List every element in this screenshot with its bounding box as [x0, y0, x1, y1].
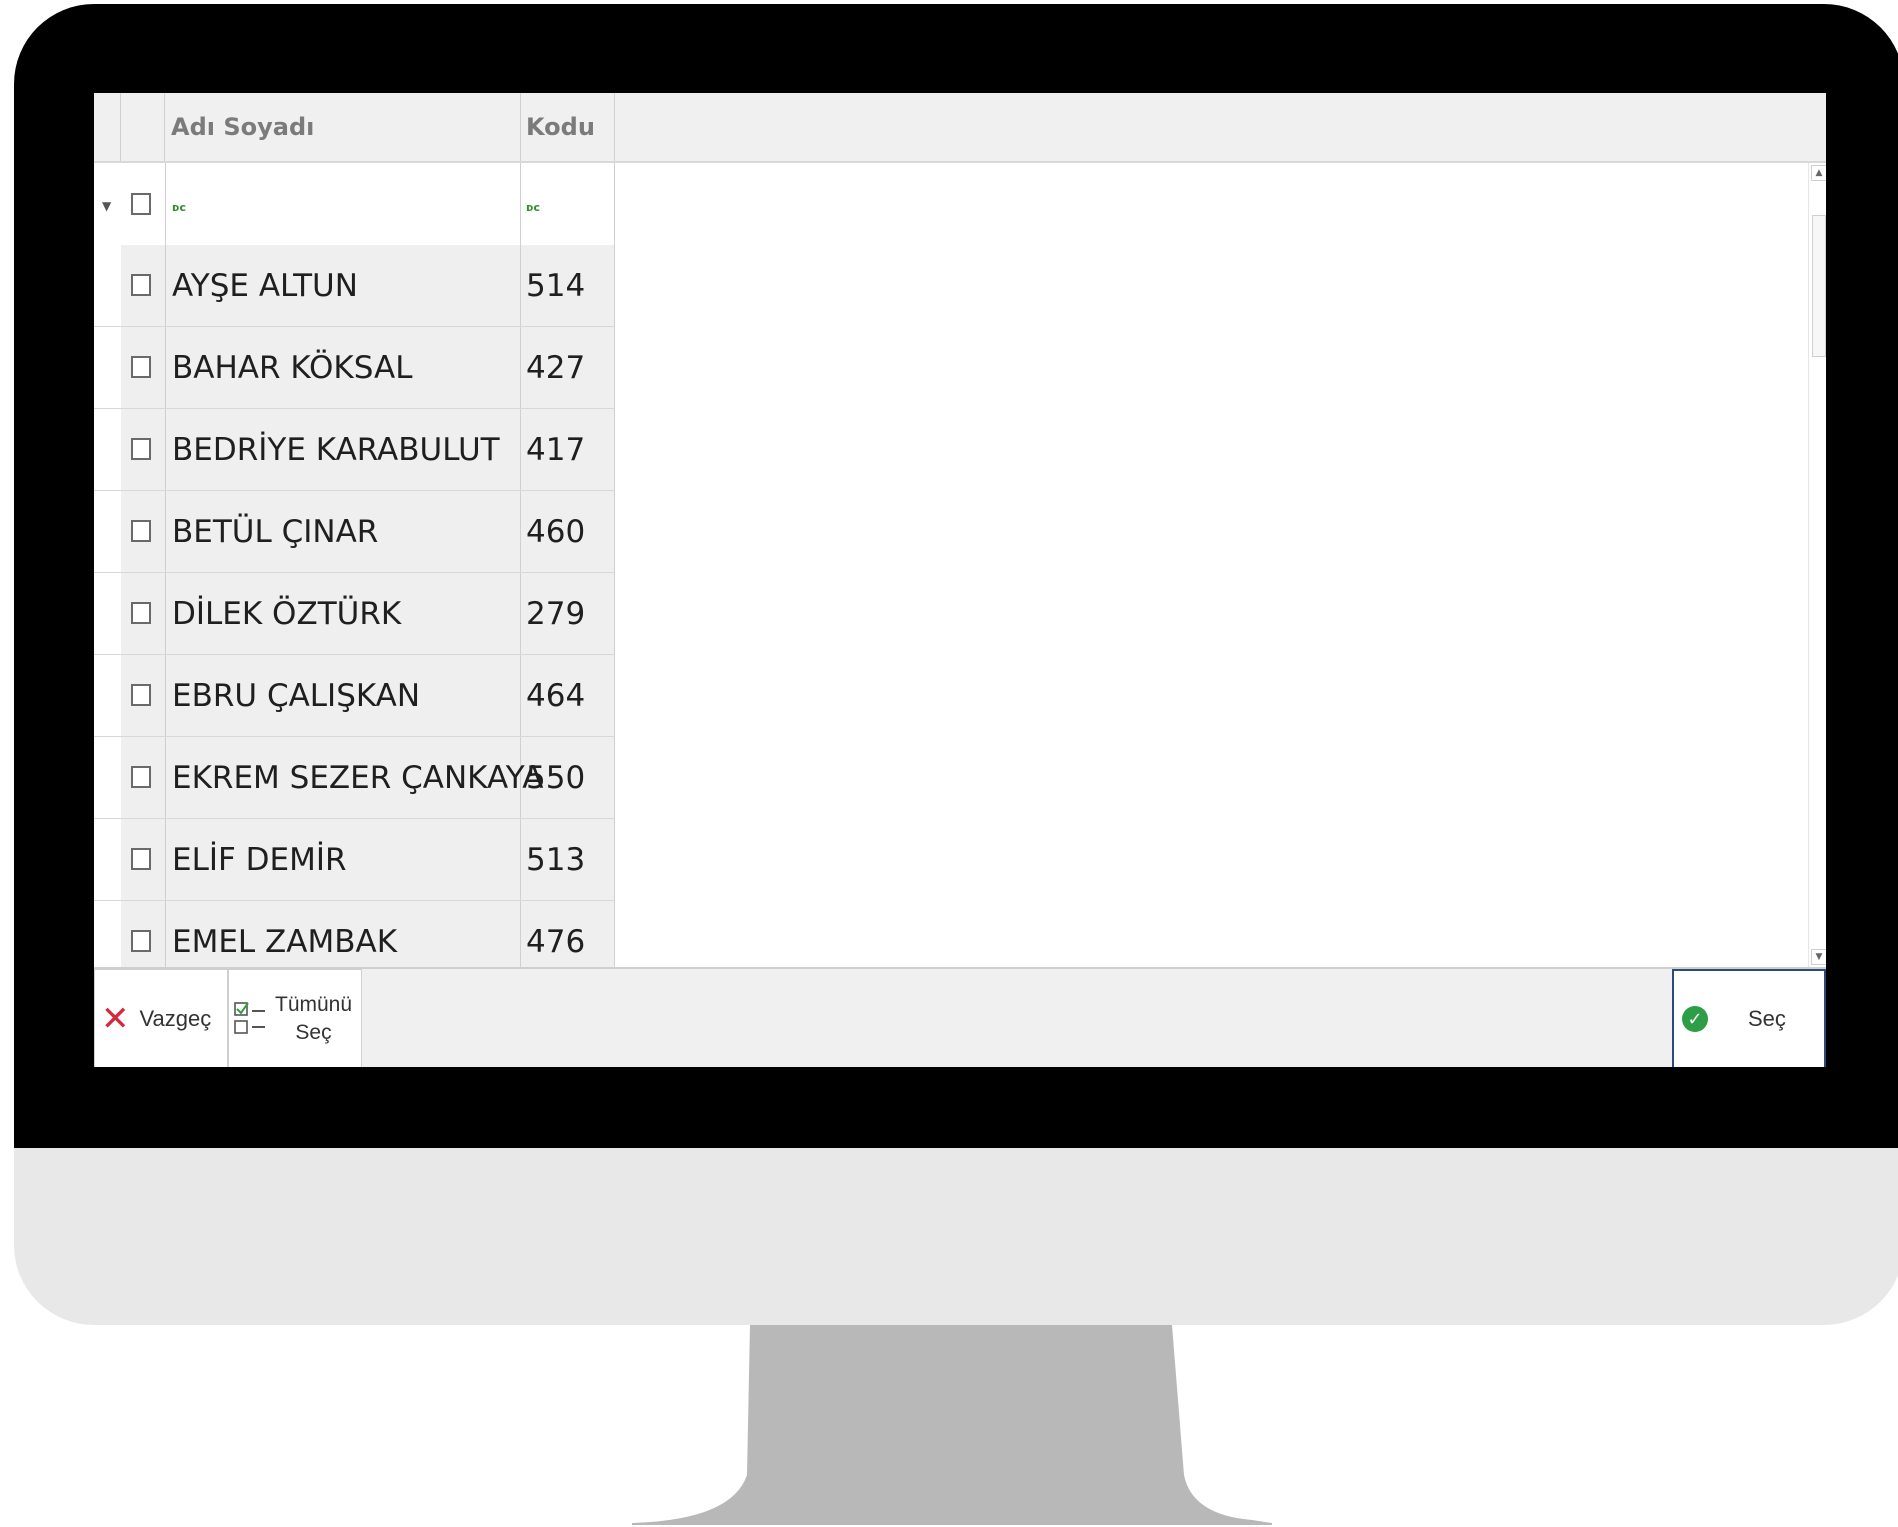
cell-code: 417 — [521, 409, 615, 490]
cell-code: 460 — [521, 491, 615, 572]
select-all-checkbox[interactable] — [131, 193, 151, 215]
name-filter-input[interactable]: ᴅᴄ — [165, 163, 521, 245]
cell-name: EBRU ÇALIŞKAN — [165, 655, 521, 736]
close-icon: ✕ — [101, 1000, 130, 1038]
select-all-button[interactable]: Tümünü Seç — [228, 969, 362, 1067]
scrollbar-thumb[interactable] — [1812, 215, 1826, 357]
select-all-label: Tümünü Seç — [275, 991, 352, 1047]
header-checkbox-cell — [121, 93, 165, 161]
grid-header: Adı Soyadı Kodu — [94, 93, 1826, 163]
cell-name: BEDRİYE KARABULUT — [165, 409, 521, 490]
column-header-name[interactable]: Adı Soyadı — [165, 93, 521, 161]
row-indicator — [94, 737, 121, 818]
cell-name: AYŞE ALTUN — [165, 245, 521, 326]
dialog-footer: ✕ Vazgeç Tümünü Seç ✓ Seç — [94, 967, 1826, 1067]
cell-code: 427 — [521, 327, 615, 408]
row-checkbox[interactable] — [131, 930, 151, 952]
cell-name: EKREM SEZER ÇANKAYA — [165, 737, 544, 818]
table-row[interactable]: AYŞE ALTUN 514 — [94, 245, 615, 327]
monitor-stand — [632, 1325, 1272, 1525]
cell-name: BAHAR KÖKSAL — [165, 327, 521, 408]
code-filter-input[interactable]: ᴅᴄ — [521, 163, 615, 245]
row-checkbox[interactable] — [131, 766, 151, 788]
vertical-scrollbar[interactable]: ▲ ▼ — [1808, 163, 1826, 967]
row-checkbox[interactable] — [131, 438, 151, 460]
cell-code: 514 — [521, 245, 615, 326]
row-checkbox[interactable] — [131, 520, 151, 542]
monitor-chin — [14, 1148, 1898, 1325]
row-checkbox[interactable] — [131, 274, 151, 296]
table-row[interactable]: ELİF DEMİR 513 — [94, 819, 615, 901]
column-header-code[interactable]: Kodu — [521, 93, 615, 161]
row-indicator — [94, 491, 121, 572]
app-window: Adı Soyadı Kodu ▼ ᴅᴄ ᴅᴄ AYŞE ALTUN 514 B… — [94, 93, 1826, 1067]
check-circle-icon: ✓ — [1682, 1006, 1708, 1032]
select-all-label-line2: Seç — [295, 1021, 332, 1044]
scroll-down-icon[interactable]: ▼ — [1811, 949, 1826, 965]
table-row[interactable]: DİLEK ÖZTÜRK 279 — [94, 573, 615, 655]
row-checkbox[interactable] — [131, 848, 151, 870]
table-row[interactable]: EKREM SEZER ÇANKAYA 550 — [94, 737, 615, 819]
filter-condition-icon: ᴅᴄ — [526, 201, 540, 214]
cell-code: 279 — [521, 573, 615, 654]
select-button[interactable]: ✓ Seç — [1672, 969, 1826, 1067]
header-indicator-cell — [94, 93, 121, 161]
cancel-button[interactable]: ✕ Vazgeç — [94, 969, 228, 1067]
cell-name: BETÜL ÇINAR — [165, 491, 521, 572]
table-row[interactable]: BETÜL ÇINAR 460 — [94, 491, 615, 573]
cell-code: 513 — [521, 819, 615, 900]
row-indicator — [94, 655, 121, 736]
filter-condition-icon: ᴅᴄ — [172, 201, 186, 214]
cell-name: ELİF DEMİR — [165, 819, 521, 900]
filter-row: ▼ ᴅᴄ ᴅᴄ — [94, 163, 615, 246]
select-all-icon — [234, 1002, 265, 1034]
cell-code: 550 — [521, 737, 615, 818]
select-all-label-line1: Tümünü — [275, 993, 353, 1016]
cancel-button-label: Vazgeç — [139, 1006, 212, 1031]
grid-rows: AYŞE ALTUN 514 BAHAR KÖKSAL 427 BEDRİYE … — [94, 245, 615, 983]
table-row[interactable]: BEDRİYE KARABULUT 417 — [94, 409, 615, 491]
row-indicator — [94, 409, 121, 490]
row-checkbox[interactable] — [131, 684, 151, 706]
select-button-label: Seç — [1748, 1006, 1786, 1031]
cell-code: 464 — [521, 655, 615, 736]
scroll-up-icon[interactable]: ▲ — [1811, 165, 1826, 181]
row-indicator — [94, 573, 121, 654]
cell-name: DİLEK ÖZTÜRK — [165, 573, 521, 654]
filter-icon: ▼ — [102, 199, 112, 213]
row-indicator — [94, 245, 121, 326]
row-checkbox[interactable] — [131, 356, 151, 378]
table-row[interactable]: EBRU ÇALIŞKAN 464 — [94, 655, 615, 737]
row-checkbox[interactable] — [131, 602, 151, 624]
row-indicator — [94, 819, 121, 900]
row-indicator — [94, 327, 121, 408]
table-row[interactable]: BAHAR KÖKSAL 427 — [94, 327, 615, 409]
